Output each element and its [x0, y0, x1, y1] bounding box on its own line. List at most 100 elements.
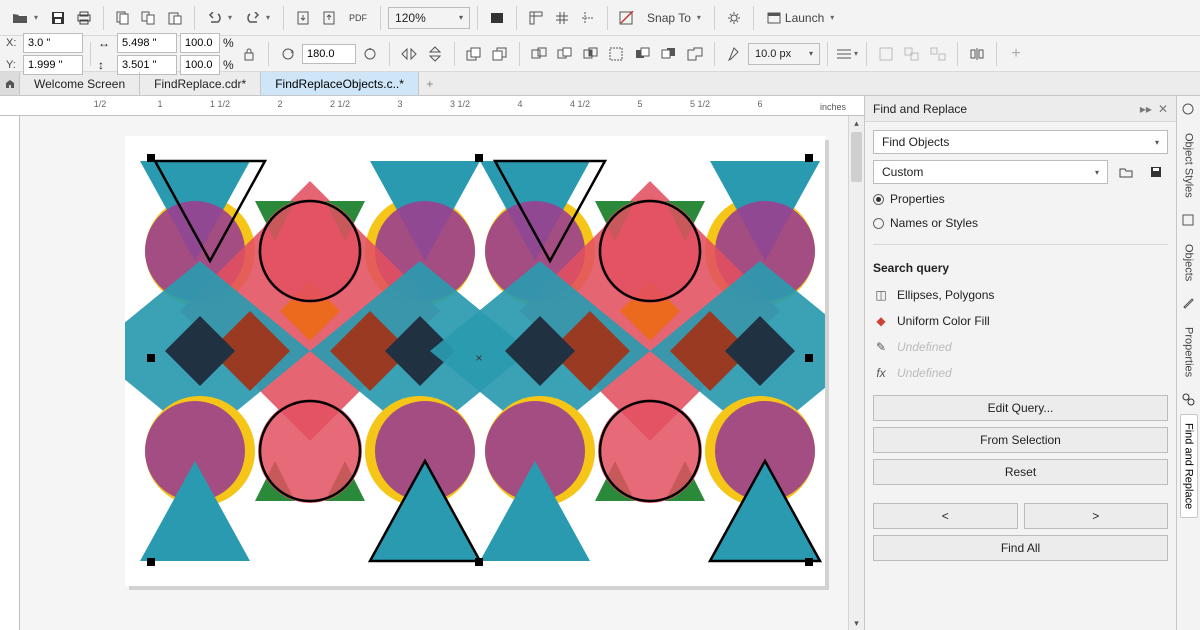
find-replace-icon[interactable]: [1181, 392, 1197, 408]
find-replace-panel: Find and Replace ▸▸ ✕ Find Objects▾ Cust…: [864, 96, 1176, 630]
quick-customize-button[interactable]: +: [1004, 42, 1028, 66]
query-object-types[interactable]: ◫Ellipses, Polygons: [873, 285, 1168, 305]
x-label: X:: [6, 37, 20, 49]
options-button[interactable]: [722, 6, 746, 30]
properties-icon[interactable]: [1181, 296, 1197, 312]
panel-close-icon[interactable]: ✕: [1158, 102, 1168, 116]
from-selection-button[interactable]: From Selection: [873, 427, 1168, 453]
tab-welcome[interactable]: Welcome Screen: [20, 72, 140, 95]
scale-x-input[interactable]: [180, 33, 220, 53]
ruler-units-label: inches: [820, 102, 846, 112]
copy-button[interactable]: [137, 6, 161, 30]
show-guidelines-button[interactable]: [576, 6, 600, 30]
front-minus-back-button[interactable]: [631, 42, 655, 66]
show-grid-button[interactable]: [550, 6, 574, 30]
document-tab-bar: Welcome Screen FindReplace.cdr* FindRepl…: [0, 72, 1200, 96]
width-input[interactable]: [117, 33, 177, 53]
objects-icon[interactable]: [1181, 213, 1197, 229]
print-button[interactable]: [72, 6, 96, 30]
open-button[interactable]: ▾: [6, 6, 44, 30]
search-query-heading: Search query: [873, 261, 1168, 275]
reset-button[interactable]: Reset: [873, 459, 1168, 485]
fx-icon: fx: [873, 366, 889, 380]
standard-toolbar: ▾ ▾ ▾ PDF 120%▾ Snap To▾ Launch▾: [0, 0, 1200, 36]
trim-button[interactable]: [553, 42, 577, 66]
option-properties[interactable]: Properties: [873, 190, 1168, 208]
horizontal-ruler[interactable]: 1/2 1 1 1/2 2 2 1/2 3 3 1/2 4 4 1/2 5 5 …: [0, 96, 864, 116]
tab-doc-2[interactable]: FindReplaceObjects.c..*: [261, 72, 419, 95]
export-button[interactable]: [317, 6, 341, 30]
to-front-of-layer-button[interactable]: [462, 42, 486, 66]
group-button: [900, 42, 924, 66]
percent-label: %: [223, 36, 235, 50]
object-styles-icon[interactable]: [1181, 102, 1197, 118]
vertical-scrollbar[interactable]: ▴ ▾: [848, 116, 864, 630]
outline-width-select[interactable]: 10.0 px▾: [748, 43, 820, 65]
cut-button[interactable]: [111, 6, 135, 30]
edit-query-button[interactable]: Edit Query...: [873, 395, 1168, 421]
fullscreen-preview-button[interactable]: [485, 6, 509, 30]
zoom-select[interactable]: 120%▾: [388, 7, 470, 29]
show-rulers-button[interactable]: [524, 6, 548, 30]
selection-center-icon: ×: [475, 351, 482, 365]
find-next-button[interactable]: >: [1024, 503, 1169, 529]
find-previous-button[interactable]: <: [873, 503, 1018, 529]
back-minus-front-button[interactable]: [657, 42, 681, 66]
undo-button[interactable]: ▾: [202, 6, 238, 30]
intersect-button[interactable]: [579, 42, 603, 66]
boundary-button[interactable]: [683, 42, 707, 66]
rotation-presets-button[interactable]: [358, 42, 382, 66]
paste-button[interactable]: [163, 6, 187, 30]
wrap-text-button[interactable]: ▾: [835, 42, 859, 66]
load-preset-button[interactable]: [1114, 160, 1138, 184]
save-preset-button[interactable]: [1144, 160, 1168, 184]
panel-title: Find and Replace: [873, 102, 967, 116]
radio-off-icon: [873, 218, 884, 229]
to-back-of-layer-button[interactable]: [488, 42, 512, 66]
scroll-up-icon[interactable]: ▴: [849, 116, 864, 130]
rotate-icon: [276, 42, 300, 66]
scroll-thumb[interactable]: [851, 132, 862, 182]
mirror-vertical-button[interactable]: [423, 42, 447, 66]
find-mode-select[interactable]: Find Objects▾: [873, 130, 1168, 154]
main-area: 1/2 1 1 1/2 2 2 1/2 3 3 1/2 4 4 1/2 5 5 …: [0, 96, 1200, 630]
align-distribute-button[interactable]: [965, 42, 989, 66]
option-names-styles[interactable]: Names or Styles: [873, 214, 1168, 232]
tab-add-button[interactable]: +: [419, 72, 441, 95]
query-fill[interactable]: ◆Uniform Color Fill: [873, 311, 1168, 331]
combine-button: [874, 42, 898, 66]
x-position-input[interactable]: [23, 33, 83, 53]
y-label: Y:: [6, 59, 20, 71]
docker-tab-object-styles[interactable]: Object Styles: [1180, 124, 1198, 207]
find-all-button[interactable]: Find All: [873, 535, 1168, 561]
vertical-ruler[interactable]: [0, 116, 20, 630]
docker-tab-objects[interactable]: Objects: [1180, 235, 1198, 290]
canvas-area: 1/2 1 1 1/2 2 2 1/2 3 3 1/2 4 4 1/2 5 5 …: [0, 96, 864, 630]
rotation-input[interactable]: [302, 44, 356, 64]
tab-home-button[interactable]: [0, 72, 20, 95]
snap-off-button[interactable]: [615, 6, 639, 30]
query-effects[interactable]: fxUndefined: [873, 363, 1168, 383]
save-button[interactable]: [46, 6, 70, 30]
fill-bucket-icon: ◆: [873, 314, 889, 328]
scroll-down-icon[interactable]: ▾: [849, 616, 864, 630]
zoom-value: 120%: [395, 11, 426, 25]
snap-to-dropdown[interactable]: Snap To▾: [641, 6, 707, 30]
tab-doc-1[interactable]: FindReplace.cdr*: [140, 72, 261, 95]
docker-tab-properties[interactable]: Properties: [1180, 318, 1198, 386]
weld-button[interactable]: [527, 42, 551, 66]
simplify-button[interactable]: [605, 42, 629, 66]
preset-select[interactable]: Custom▾: [873, 160, 1108, 184]
page[interactable]: ×: [125, 136, 825, 586]
launch-dropdown[interactable]: Launch▾: [761, 6, 840, 30]
publish-pdf-button[interactable]: PDF: [343, 6, 373, 30]
drawing-canvas[interactable]: ×: [20, 116, 848, 630]
mirror-horizontal-button[interactable]: [397, 42, 421, 66]
outline-pen-icon: [722, 42, 746, 66]
lock-ratio-button[interactable]: [237, 42, 261, 66]
import-button[interactable]: [291, 6, 315, 30]
panel-collapse-icon[interactable]: ▸▸: [1140, 102, 1152, 116]
redo-button[interactable]: ▾: [240, 6, 276, 30]
query-outline[interactable]: ✎Undefined: [873, 337, 1168, 357]
docker-tab-find-replace[interactable]: Find and Replace: [1180, 414, 1198, 518]
